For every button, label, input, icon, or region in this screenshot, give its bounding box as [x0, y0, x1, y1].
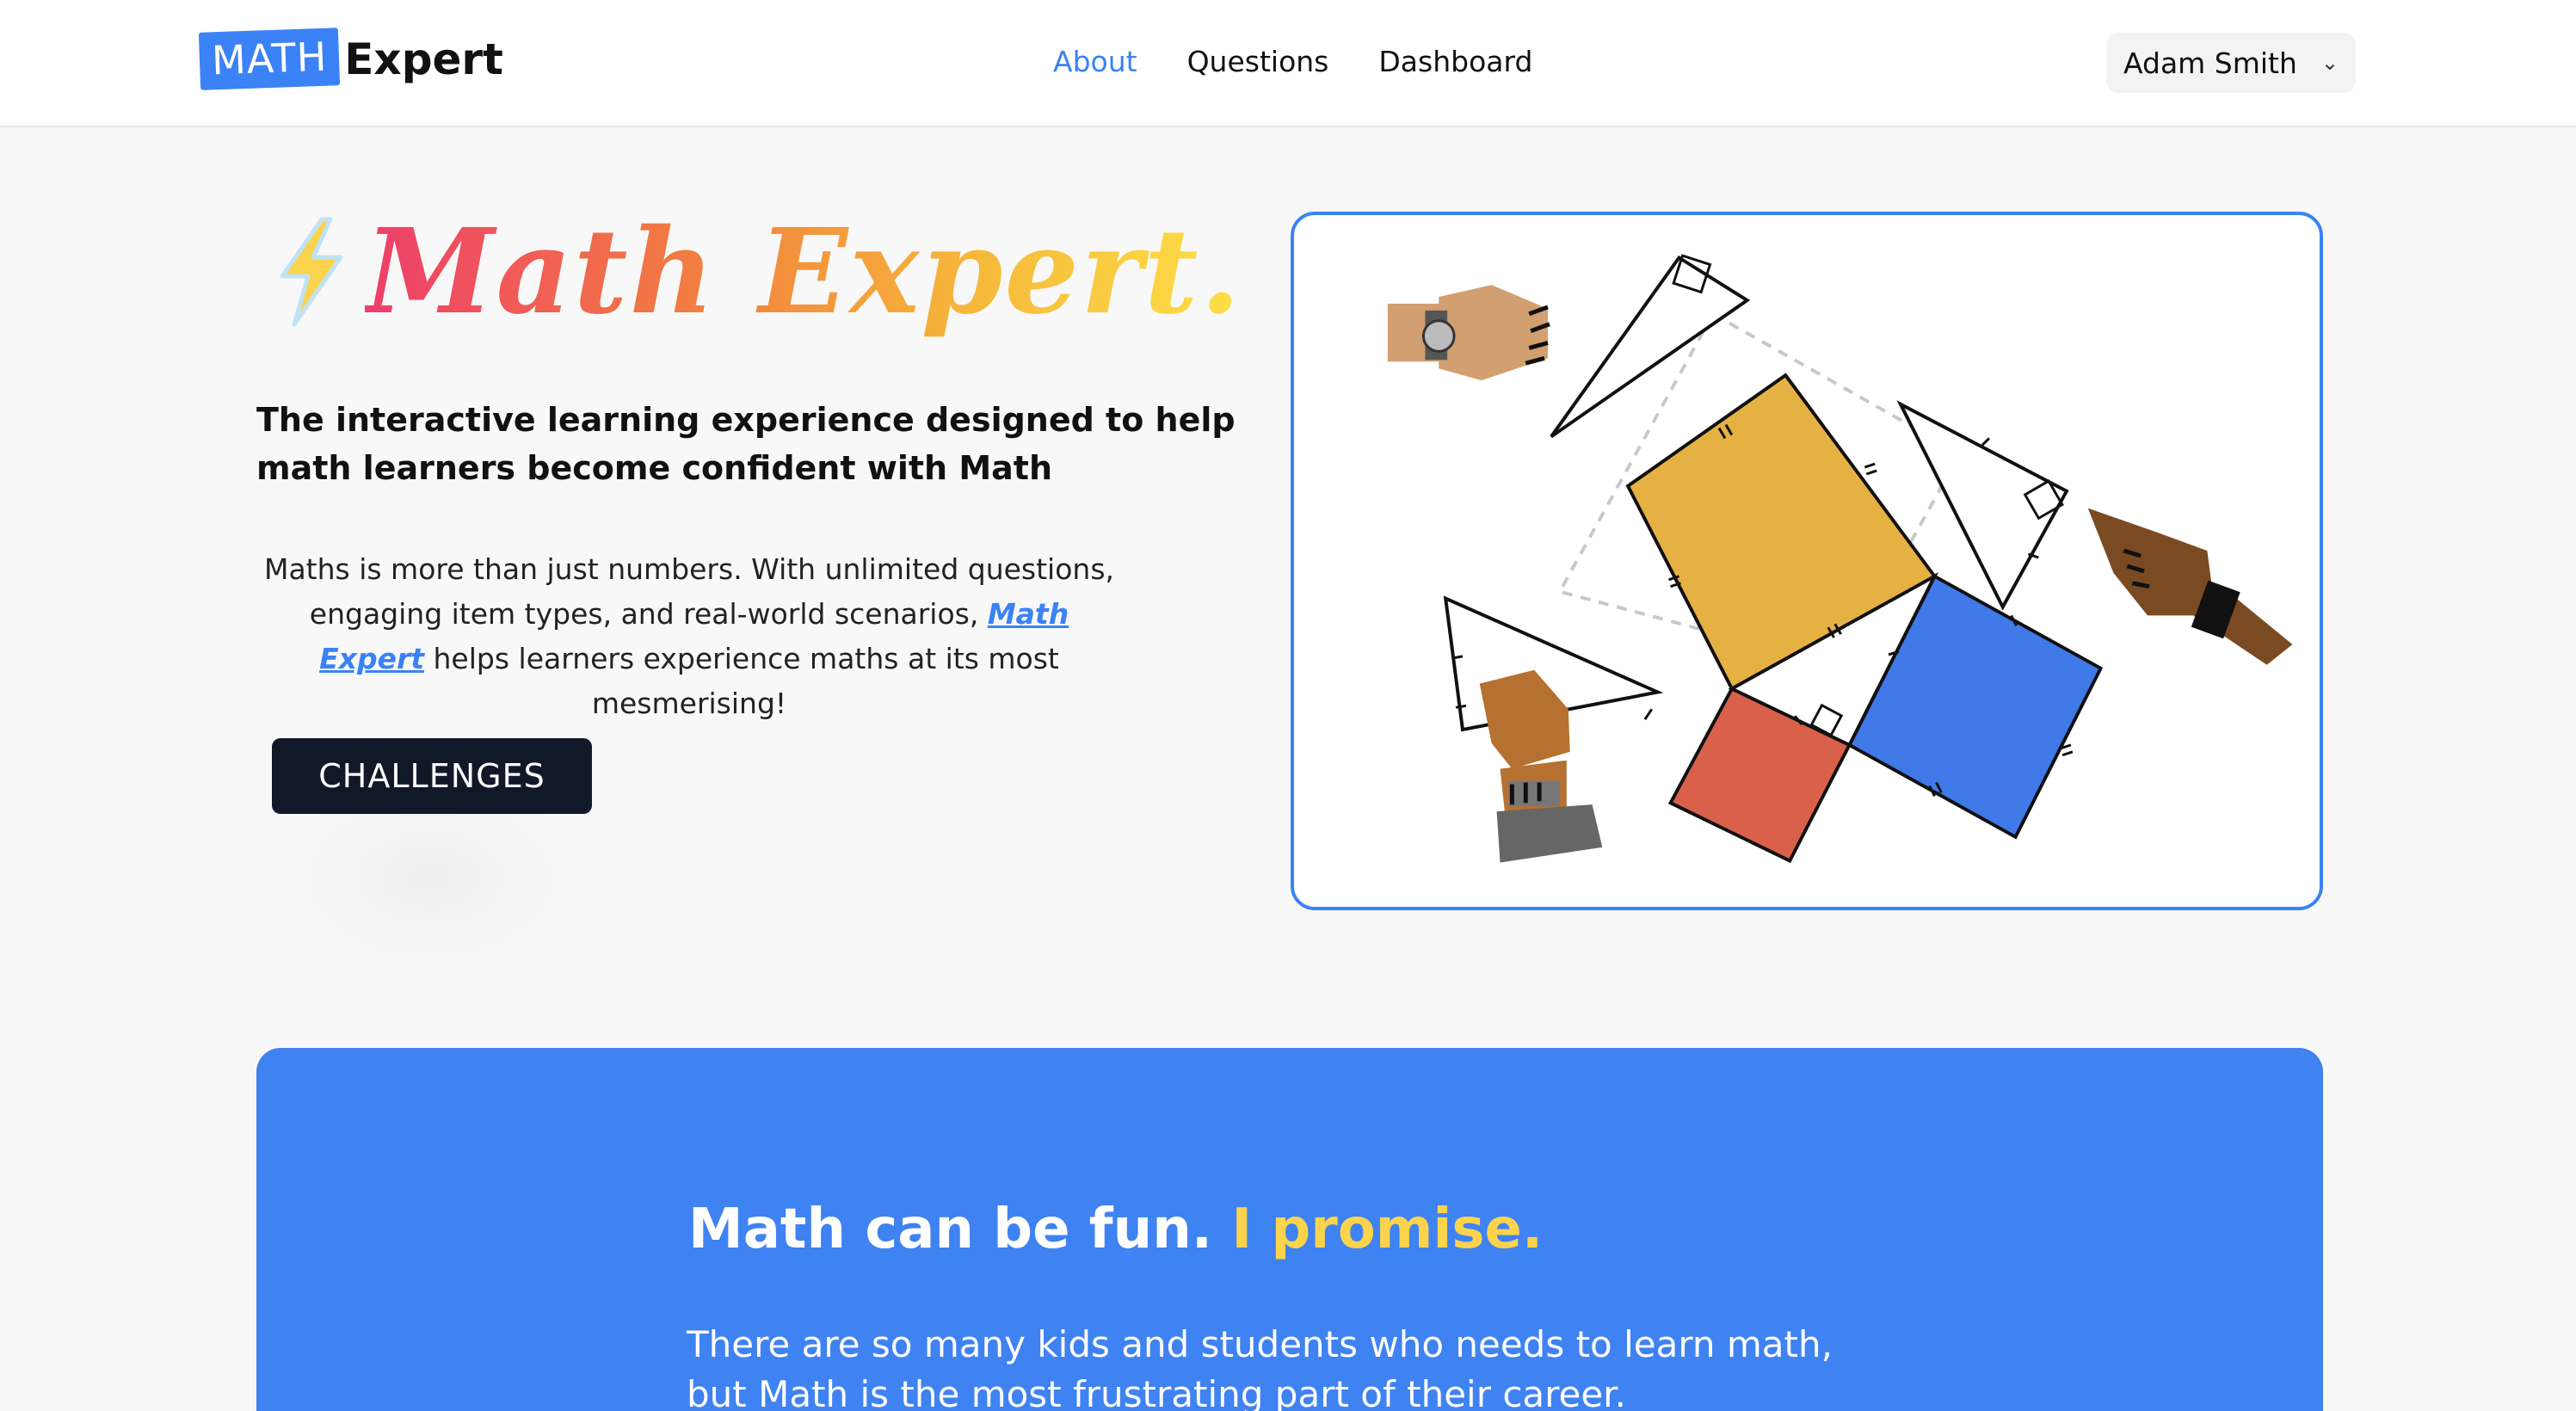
- geometry-illustration-svg: [1387, 254, 2293, 864]
- chevron-down-icon: ⌄: [2320, 51, 2339, 75]
- hand-top-left: [1387, 285, 1550, 381]
- logo-badge: MATH: [198, 28, 341, 91]
- promo-title-main: Math can be fun.: [688, 1198, 1232, 1261]
- hand-right: [2087, 508, 2293, 665]
- triangle-top-left: [1550, 255, 1751, 439]
- pythagoras-illustration: [1291, 212, 2323, 910]
- logo-text: Expert: [344, 34, 503, 84]
- hero-description: Maths is more than just numbers. With un…: [255, 547, 1124, 726]
- hero-title-text: Math Expert.: [365, 203, 1242, 341]
- user-name: Adam Smith: [2123, 46, 2297, 80]
- logo[interactable]: MATH Expert: [198, 26, 503, 93]
- nav-link-dashboard[interactable]: Dashboard: [1378, 38, 1532, 86]
- promo-title-accent: I promise.: [1231, 1198, 1544, 1261]
- description-text-start: Maths is more than just numbers. With un…: [263, 552, 1115, 631]
- user-menu-dropdown[interactable]: Adam Smith ⌄: [2106, 33, 2356, 93]
- hero-title: Math Expert.: [268, 203, 1242, 341]
- promo-title: Math can be fun. I promise.: [688, 1191, 1543, 1268]
- challenges-button[interactable]: CHALLENGES: [272, 738, 592, 814]
- lightning-bolt-icon: [280, 217, 343, 327]
- main-nav: About Questions Dashboard: [1053, 38, 1532, 86]
- promo-body-text: There are so many kids and students who …: [687, 1323, 1833, 1411]
- top-navbar: MATH Expert About Questions Dashboard Ad…: [0, 0, 2576, 127]
- nav-link-about[interactable]: About: [1053, 38, 1137, 86]
- nav-link-questions[interactable]: Questions: [1187, 38, 1329, 86]
- hero-subtitle: The interactive learning experience desi…: [256, 401, 1236, 487]
- description-text-end: helps learners experience maths at its m…: [424, 642, 1059, 720]
